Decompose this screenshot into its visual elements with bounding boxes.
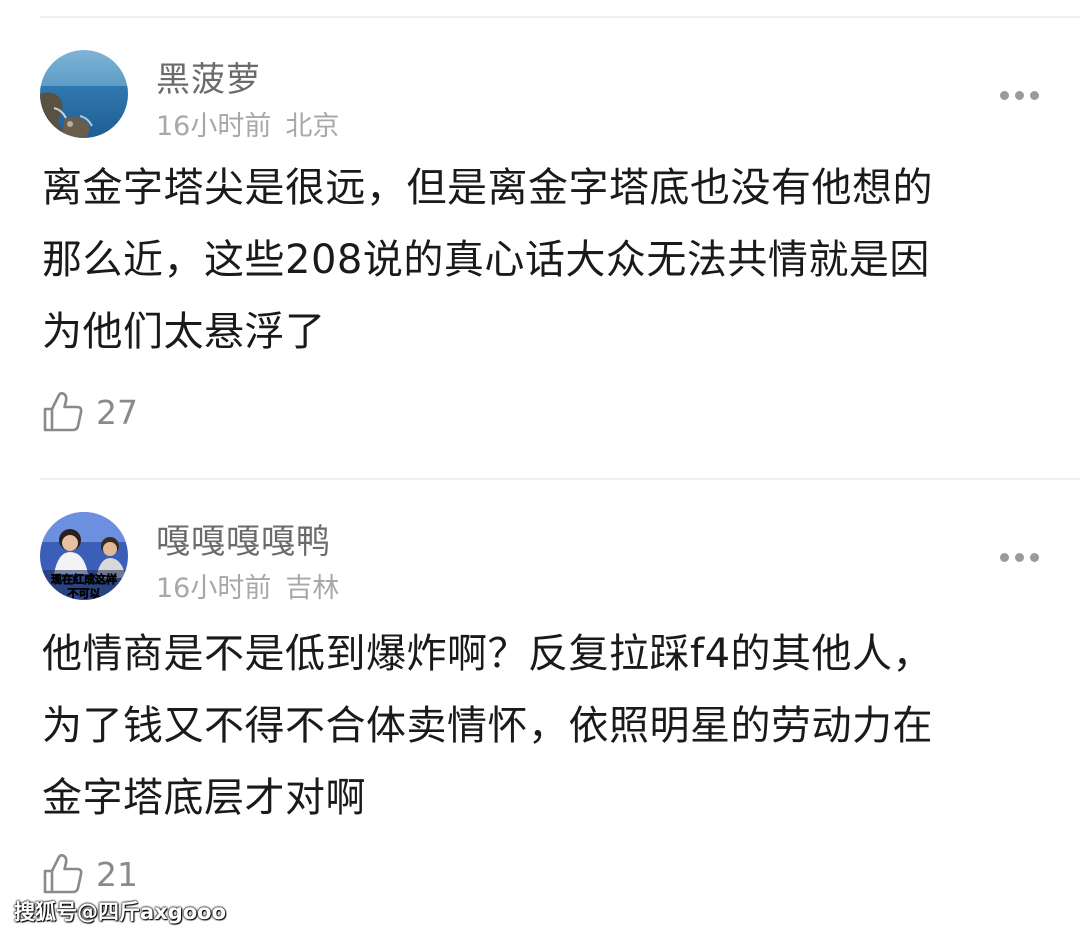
username[interactable]: 嘎嘎嘎嘎鸭 [156, 514, 331, 563]
comment-location: 吉林 [285, 573, 340, 604]
thumbs-up-icon [43, 391, 83, 432]
more-options-icon[interactable] [1000, 553, 1040, 563]
comment-line: 那么近，这些208说的真心话大众无法共情就是因 [42, 237, 930, 283]
comment-line: 为了钱又不得不合体卖情怀，依照明星的劳动力在 [42, 703, 933, 749]
comment-divider [40, 478, 1080, 480]
like-count: 27 [96, 392, 138, 432]
comment-content: 他情商是不是低到爆炸啊？反复拉踩f4的其他人， 为了钱又不得不合体卖情怀，依照明… [42, 618, 1032, 834]
like-count: 21 [96, 854, 138, 894]
comment-line: 为他们太悬浮了 [42, 309, 326, 355]
comment-meta: 16小时前 吉林 [156, 566, 339, 605]
avatar[interactable] [40, 50, 128, 138]
username[interactable]: 黑菠萝 [156, 52, 261, 101]
comment-content: 离金字塔尖是很远，但是离金字塔底也没有他想的 那么近，这些208说的真心话大众无… [42, 152, 1032, 368]
comment-time: 16小时前 [156, 573, 272, 604]
comment-location: 北京 [285, 111, 340, 142]
sea-coast-photo-icon [40, 50, 128, 138]
comment-meta: 16小时前 北京 [156, 104, 339, 143]
comment-line: 离金字塔尖是很远，但是离金字塔底也没有他想的 [42, 165, 933, 211]
comment-line: 金字塔底层才对啊 [42, 775, 366, 821]
more-options-icon[interactable] [1000, 91, 1040, 101]
tv-show-screenshot-icon: 现在红成这样 不可以 [40, 512, 128, 600]
comment-time: 16小时前 [156, 111, 272, 142]
top-divider [40, 16, 1080, 18]
avatar-caption-line: 现在红成这样 [51, 572, 117, 586]
avatar-caption-line: 不可以 [68, 587, 101, 600]
avatar[interactable]: 现在红成这样 不可以 [40, 512, 128, 600]
like-button[interactable]: 27 [42, 390, 138, 434]
like-button[interactable]: 21 [42, 852, 138, 896]
comment-line: 他情商是不是低到爆炸啊？反复拉踩f4的其他人， [42, 631, 934, 677]
watermark: 搜狐号@四斤axgooo [14, 900, 227, 924]
thumbs-up-icon [43, 853, 83, 894]
